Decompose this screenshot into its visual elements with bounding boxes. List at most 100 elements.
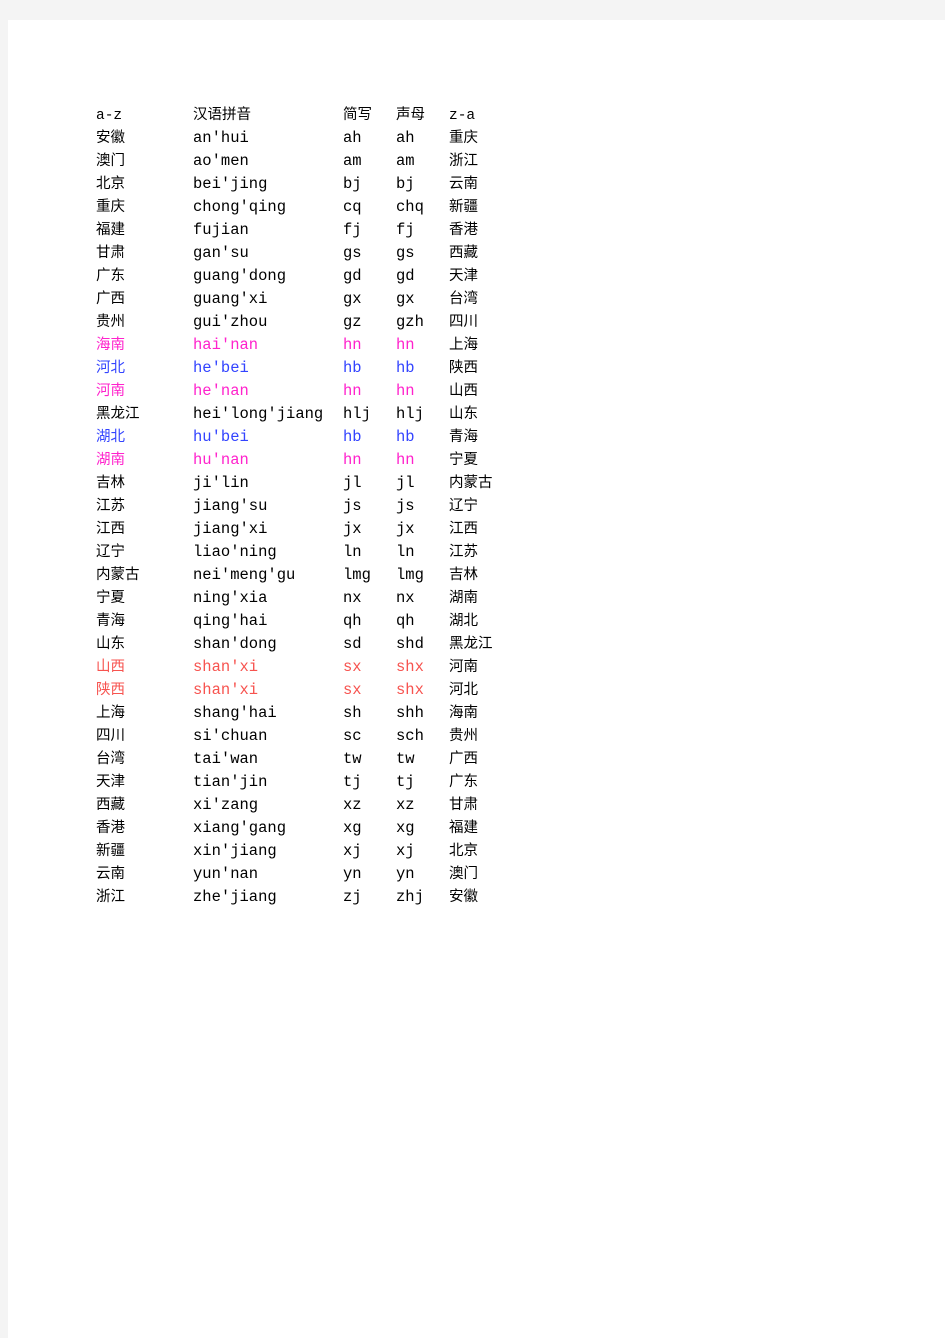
cell-province-name: 澳门	[96, 153, 125, 170]
cell-pinyin: fujian	[193, 220, 249, 239]
table-row: 河北 he'bei hb hb 陕西	[96, 353, 569, 376]
cell-province-name: 湖北	[96, 429, 125, 446]
cell-abbreviation: jl	[343, 473, 362, 492]
cell-reverse-order-name: 台湾	[449, 291, 478, 308]
column-header-abbr: 简写	[343, 107, 372, 124]
cell-province-name: 天津	[96, 774, 125, 791]
table-row: 广西 guang'xi gx gx 台湾	[96, 284, 569, 307]
cell-province-name: 新疆	[96, 843, 125, 860]
table-row: 上海 shang'hai sh shh 海南	[96, 698, 569, 721]
table-row: 甘肃 gan'su gs gs 西藏	[96, 238, 569, 261]
cell-province-name: 青海	[96, 613, 125, 630]
table-row: 广东 guang'dong gd gd 天津	[96, 261, 569, 284]
cell-reverse-order-name: 内蒙古	[449, 475, 493, 492]
cell-province-name: 安徽	[96, 130, 125, 147]
cell-abbreviation: hb	[343, 358, 362, 377]
column-header-pinyin: 汉语拼音	[193, 107, 251, 124]
cell-reverse-order-name: 河北	[449, 682, 478, 699]
cell-pinyin: xiang'gang	[193, 818, 287, 837]
cell-province-name: 上海	[96, 705, 125, 722]
cell-abbreviation: sx	[343, 657, 362, 676]
cell-abbreviation: cq	[343, 197, 362, 216]
cell-pinyin: he'bei	[193, 358, 249, 377]
cell-initial: jx	[396, 519, 415, 538]
cell-pinyin: shang'hai	[193, 703, 277, 722]
cell-abbreviation: sd	[343, 634, 362, 653]
cell-reverse-order-name: 安徽	[449, 889, 478, 906]
cell-province-name: 福建	[96, 222, 125, 239]
cell-abbreviation: xj	[343, 841, 362, 860]
cell-reverse-order-name: 福建	[449, 820, 478, 837]
cell-reverse-order-name: 北京	[449, 843, 478, 860]
cell-abbreviation: js	[343, 496, 362, 515]
cell-reverse-order-name: 西藏	[449, 245, 478, 262]
cell-pinyin: chong'qing	[193, 197, 287, 216]
cell-pinyin: xi'zang	[193, 795, 259, 814]
table-row: 青海 qing'hai qh qh 湖北	[96, 606, 569, 629]
cell-initial: tw	[396, 749, 415, 768]
cell-pinyin: nei'meng'gu	[193, 565, 296, 584]
cell-reverse-order-name: 辽宁	[449, 498, 478, 515]
cell-pinyin: shan'xi	[193, 657, 259, 676]
cell-abbreviation: gs	[343, 243, 362, 262]
cell-abbreviation: jx	[343, 519, 362, 538]
table-row: 湖北 hu'bei hb hb 青海	[96, 422, 569, 445]
table-row: 山东 shan'dong sd shd 黑龙江	[96, 629, 569, 652]
cell-province-name: 甘肃	[96, 245, 125, 262]
cell-initial: hn	[396, 335, 415, 354]
cell-pinyin: jiang'su	[193, 496, 268, 515]
cell-province-name: 河北	[96, 360, 125, 377]
cell-reverse-order-name: 青海	[449, 429, 478, 446]
cell-initial: jl	[396, 473, 415, 492]
cell-reverse-order-name: 澳门	[449, 866, 478, 883]
cell-initial: gx	[396, 289, 415, 308]
cell-pinyin: guang'xi	[193, 289, 268, 308]
cell-reverse-order-name: 江苏	[449, 544, 478, 561]
cell-reverse-order-name: 贵州	[449, 728, 478, 745]
cell-pinyin: shan'dong	[193, 634, 277, 653]
cell-initial: nx	[396, 588, 415, 607]
cell-pinyin: hu'bei	[193, 427, 249, 446]
cell-pinyin: shan'xi	[193, 680, 259, 699]
cell-province-name: 江苏	[96, 498, 125, 515]
cell-initial: shx	[396, 680, 424, 699]
cell-abbreviation: fj	[343, 220, 362, 239]
table-row: 四川 si'chuan sc sch 贵州	[96, 721, 569, 744]
cell-pinyin: ao'men	[193, 151, 249, 170]
table-row: 内蒙古 nei'meng'gu lmg lmg 吉林	[96, 560, 569, 583]
document-page: a-z 汉语拼音 简写 声母 z-a 安徽 an'hui ah ah 重庆 澳门 ao'me…	[8, 20, 945, 1338]
cell-initial: gzh	[396, 312, 424, 331]
table-row: 西藏 xi'zang xz xz 甘肃	[96, 790, 569, 813]
cell-reverse-order-name: 云南	[449, 176, 478, 193]
cell-initial: shx	[396, 657, 424, 676]
table-row: 天津 tian'jin tj tj 广东	[96, 767, 569, 790]
cell-pinyin: guang'dong	[193, 266, 287, 285]
table-row: 贵州 gui'zhou gz gzh 四川	[96, 307, 569, 330]
cell-province-name: 四川	[96, 728, 125, 745]
table-row: 江苏 jiang'su js js 辽宁	[96, 491, 569, 514]
cell-reverse-order-name: 山东	[449, 406, 478, 423]
cell-pinyin: ning'xia	[193, 588, 268, 607]
cell-abbreviation: sx	[343, 680, 362, 699]
table-row: 湖南 hu'nan hn hn 宁夏	[96, 445, 569, 468]
cell-abbreviation: gx	[343, 289, 362, 308]
table-row: 宁夏 ning'xia nx nx 湖南	[96, 583, 569, 606]
cell-initial: gs	[396, 243, 415, 262]
table-row: 吉林 ji'lin jl jl 内蒙古	[96, 468, 569, 491]
table-row: 北京 bei'jing bj bj 云南	[96, 169, 569, 192]
cell-pinyin: tian'jin	[193, 772, 268, 791]
table-row: 新疆 xin'jiang xj xj 北京	[96, 836, 569, 859]
cell-province-name: 海南	[96, 337, 125, 354]
cell-initial: lmg	[396, 565, 424, 584]
cell-reverse-order-name: 浙江	[449, 153, 478, 170]
column-header-a-z: a-z	[96, 107, 123, 124]
cell-pinyin: ji'lin	[193, 473, 249, 492]
cell-abbreviation: hb	[343, 427, 362, 446]
cell-abbreviation: tj	[343, 772, 362, 791]
cell-initial: bj	[396, 174, 415, 193]
cell-province-name: 辽宁	[96, 544, 125, 561]
table-row: 辽宁 liao'ning ln ln 江苏	[96, 537, 569, 560]
cell-province-name: 陕西	[96, 682, 125, 699]
cell-initial: qh	[396, 611, 415, 630]
cell-abbreviation: nx	[343, 588, 362, 607]
